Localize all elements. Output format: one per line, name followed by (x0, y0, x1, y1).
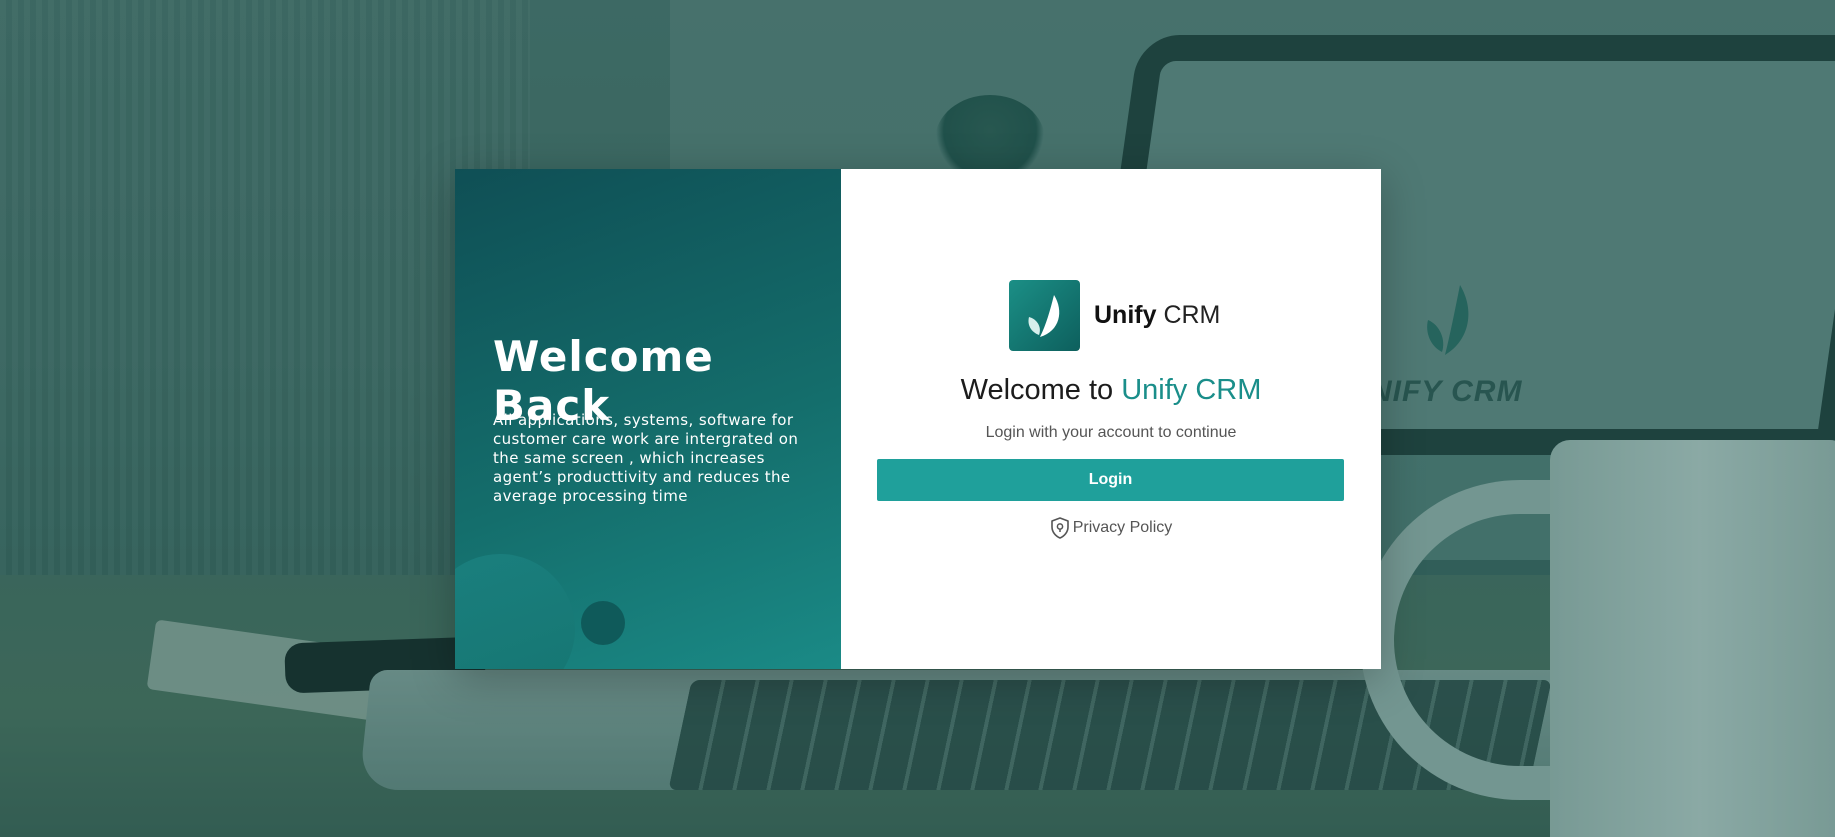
login-headline: Welcome to Unify CRM (841, 374, 1381, 407)
brand-name-light: CRM (1163, 301, 1221, 329)
brand-name-bold: Unify (1094, 301, 1157, 329)
decorative-circle-small (581, 601, 625, 645)
login-subtitle: Login with your account to continue (985, 424, 1237, 441)
headline-prefix: Welcome to (960, 374, 1122, 406)
unify-logo-icon (1009, 280, 1080, 351)
privacy-policy-label: Privacy Policy (1072, 519, 1173, 536)
shield-icon (1050, 517, 1069, 539)
brand-logo: Unify CRM (1009, 280, 1220, 351)
decorative-circle-large (455, 554, 575, 669)
privacy-policy-link[interactable]: Privacy Policy (841, 517, 1381, 539)
login-panel: Unify CRM Welcome to Unify CRM Login wit… (841, 169, 1381, 669)
brand-name: Unify CRM (1094, 301, 1220, 330)
welcome-description: All applications, systems, software for … (493, 411, 799, 505)
login-button[interactable]: Login (877, 459, 1344, 501)
login-card: Welcome Back All applications, systems, … (455, 169, 1381, 669)
headline-accent: Unify CRM (1121, 374, 1262, 406)
welcome-panel: Welcome Back All applications, systems, … (455, 169, 841, 669)
